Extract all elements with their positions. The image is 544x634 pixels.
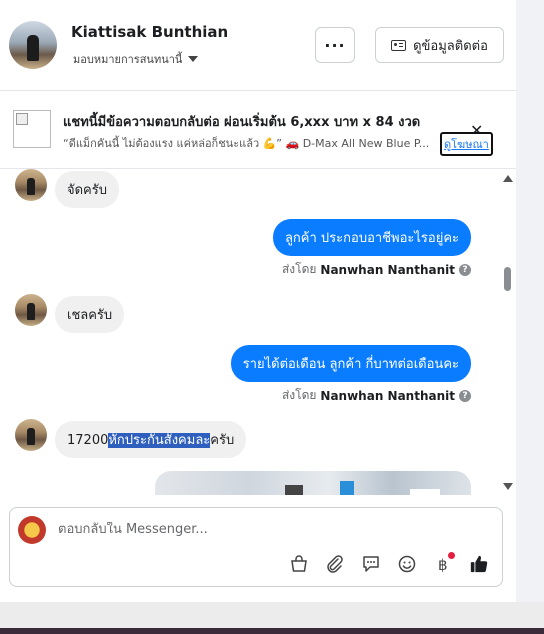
customer-avatar [15, 294, 47, 326]
contact-avatar[interactable] [9, 21, 57, 69]
sender-name: Nanwhan Nanthanit [320, 388, 455, 403]
ad-thumbnail[interactable] [13, 110, 51, 148]
right-gutter [516, 0, 544, 602]
incoming-message: เชลครับ [55, 296, 125, 333]
view-ad-link[interactable]: ดูโฆษณา [440, 132, 493, 156]
outgoing-message: รายได้ต่อเดือน ลูกค้า กี่บาทต่อเดือนคะ [230, 345, 471, 382]
view-contact-button[interactable]: ดูข้อมูลติดต่อ [375, 27, 504, 63]
assign-conversation-dropdown[interactable]: มอบหมายการสนทนานี้ [73, 50, 199, 68]
incoming-message: 17200หักประกันสังคมละครับ [55, 421, 247, 458]
message-thread: จัดครับ ลูกค้า ประกอบอาชีพอะไรอยู่คะ ส่ง… [0, 169, 500, 495]
sent-by-prefix: ส่งโดย [281, 388, 317, 402]
ad-title: แชทนี้มีข้อความตอบกลับต่อ ผ่อนเริ่มต้น 6… [63, 115, 421, 130]
scrollbar-thumb[interactable] [504, 267, 511, 291]
assign-label: มอบหมายการสนทนานี้ [73, 53, 183, 66]
conversation-panel: Kiattisak Bunthian มอบหมายการสนทนานี้ ··… [0, 0, 516, 602]
saved-replies-icon[interactable] [361, 554, 381, 574]
message-scrollbar[interactable] [501, 169, 515, 495]
chevron-down-icon [188, 56, 199, 62]
incoming-message: จัดครับ [55, 171, 119, 208]
composer-toolbar: ฿ [289, 552, 489, 574]
page-avatar [18, 516, 46, 544]
more-options-button[interactable]: ··· [315, 27, 355, 63]
svg-text:฿: ฿ [438, 556, 448, 574]
scroll-up-icon[interactable] [503, 175, 513, 182]
shop-bag-icon[interactable] [289, 554, 309, 574]
notification-dot [448, 552, 455, 559]
contact-card-icon [391, 39, 407, 51]
customer-avatar [15, 419, 47, 451]
selected-text: หักประกันสังคมละ [108, 433, 211, 448]
emoji-icon[interactable] [397, 554, 417, 574]
baht-icon[interactable]: ฿ [433, 552, 455, 574]
outgoing-message: ลูกค้า ประกอบอาชีพอะไรอยู่คะ [272, 219, 471, 256]
view-contact-label: ดูข้อมูลติดต่อ [413, 38, 488, 54]
contact-name[interactable]: Kiattisak Bunthian [71, 23, 228, 41]
sent-by-label: ส่งโดย Nanwhan Nanthanit ? [282, 386, 471, 405]
info-icon[interactable]: ? [459, 389, 471, 402]
image-attachment[interactable] [155, 471, 471, 495]
bottom-bar [0, 602, 544, 634]
sender-name: Nanwhan Nanthanit [320, 262, 455, 277]
ad-subtitle: “ดีแม็กคันนี้ ไม่ต้องแรง แค่หล่อก็ชนะแล้… [63, 137, 430, 150]
message-text: 17200 [67, 433, 109, 448]
customer-avatar [15, 169, 47, 201]
sent-by-label: ส่งโดย Nanwhan Nanthanit ? [282, 260, 471, 279]
message-text: ครับ [210, 433, 235, 448]
reply-composer: ฿ [9, 507, 503, 587]
sent-by-prefix: ส่งโดย [281, 262, 317, 276]
like-icon[interactable] [469, 554, 489, 574]
scroll-down-icon[interactable] [503, 483, 513, 490]
info-icon[interactable]: ? [459, 263, 471, 276]
ad-reference-bar: แชทนี้มีข้อความตอบกลับต่อ ผ่อนเริ่มต้น 6… [0, 91, 516, 169]
paperclip-icon[interactable] [325, 554, 345, 574]
conversation-header: Kiattisak Bunthian มอบหมายการสนทนานี้ ··… [0, 0, 516, 91]
reply-input[interactable] [58, 522, 478, 537]
